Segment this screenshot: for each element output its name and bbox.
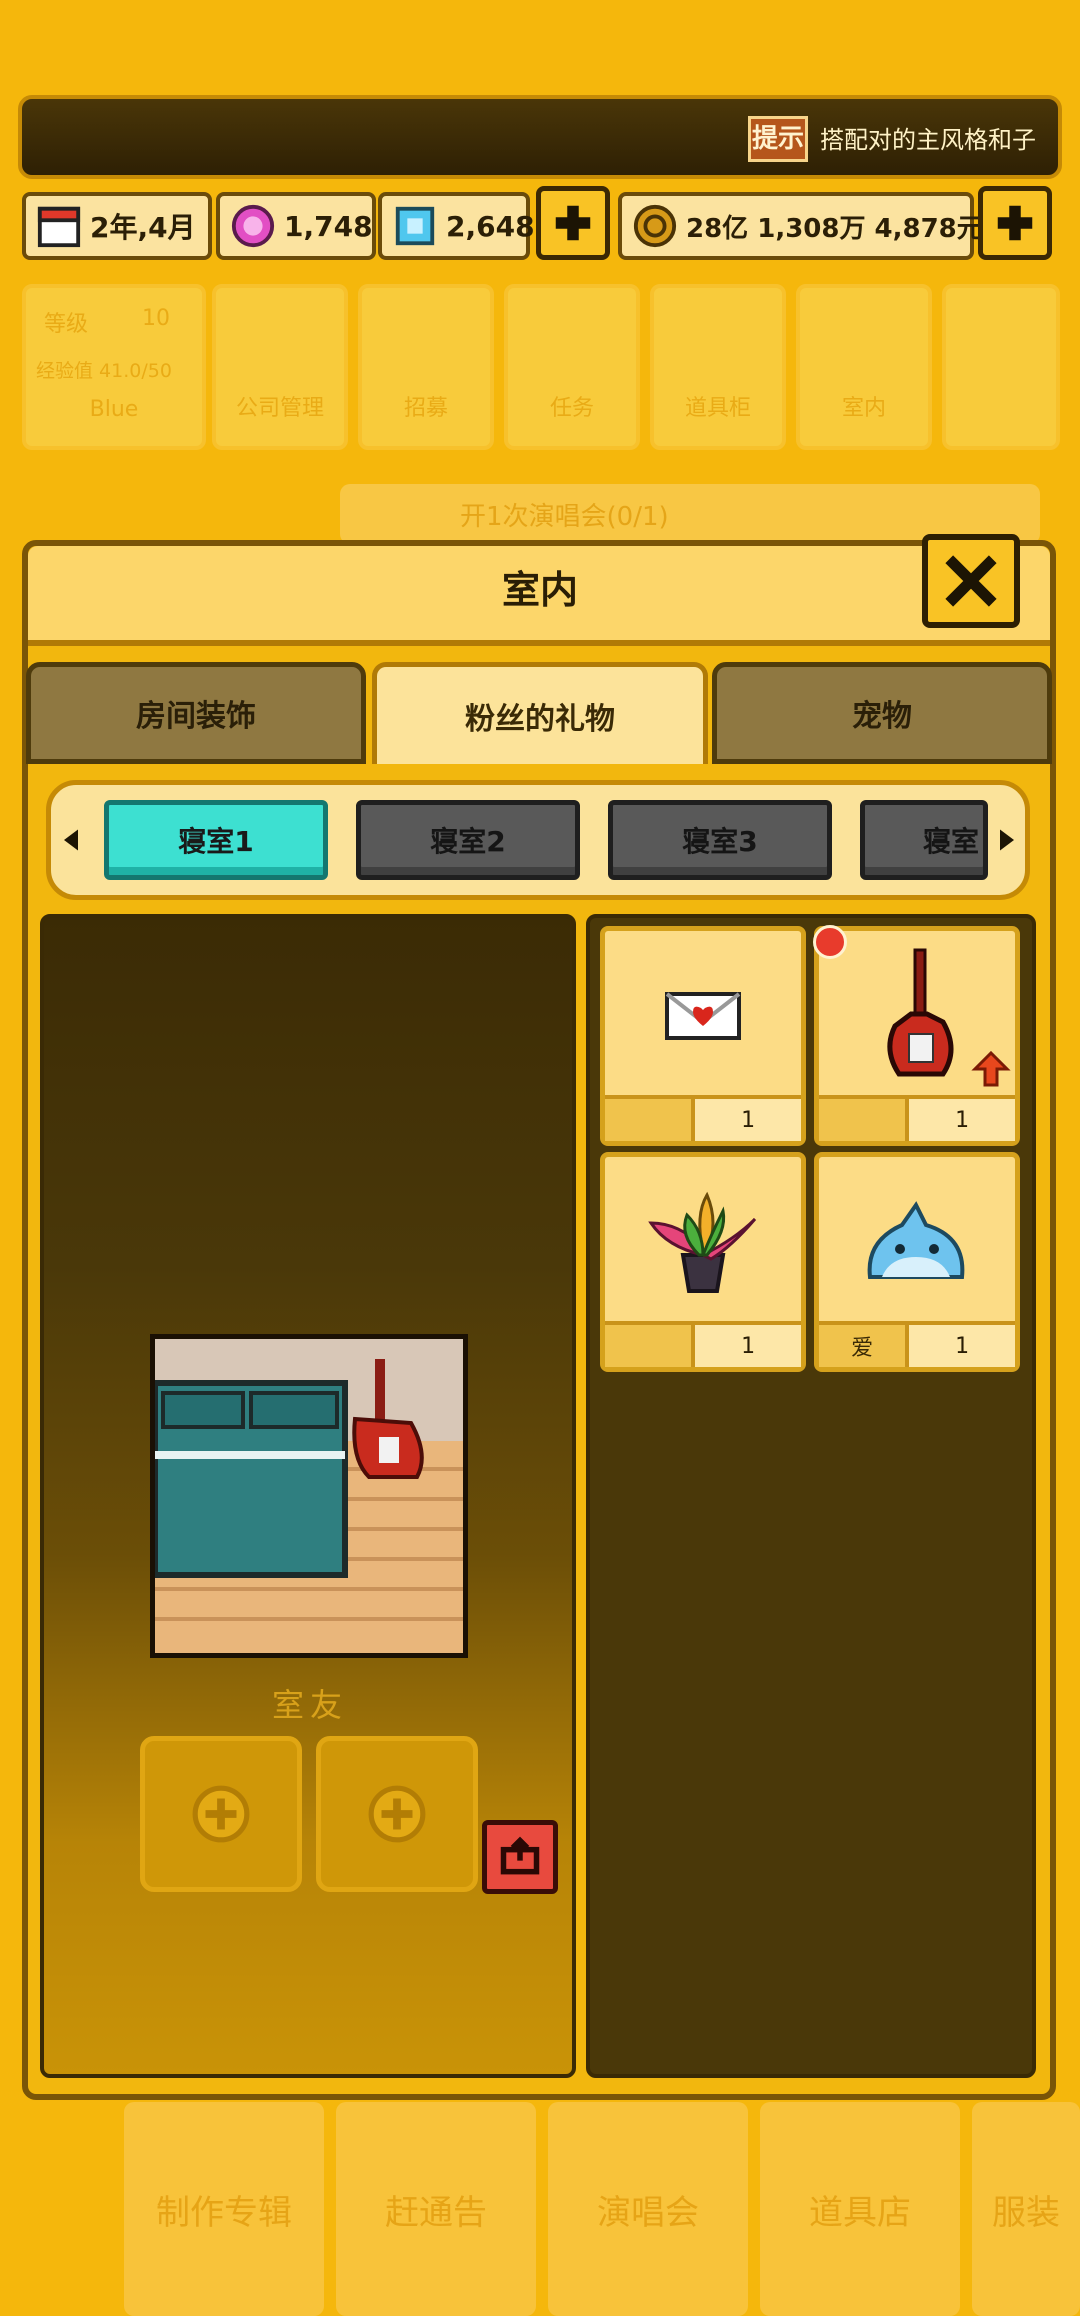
room-preview[interactable] [150, 1334, 468, 1658]
pink-gem-display: 1,748 [216, 192, 376, 260]
close-icon [945, 555, 997, 607]
room-tab-1[interactable]: 寝室1 [104, 800, 328, 880]
add-icon [368, 1785, 426, 1843]
bg-tile-recruit: 招募 [358, 284, 494, 450]
room-next-button[interactable] [994, 800, 1020, 880]
bg-tile-tasks: 任务 [504, 284, 640, 450]
upgrade-arrow-icon [971, 1050, 1011, 1087]
room-tab-2[interactable]: 寝室2 [356, 800, 580, 880]
hint-icon[interactable]: 提示 [748, 116, 808, 162]
gift-item-letter[interactable]: 1 [600, 926, 806, 1146]
gift-count: 1 [909, 1325, 1015, 1367]
tab-pets[interactable]: 宠物 [712, 662, 1052, 764]
gift-item-flower-pot[interactable]: 1 [600, 1152, 806, 1372]
money-display: 28亿 1,308万 4,878元 [618, 192, 983, 260]
player-name: Blue [89, 397, 139, 422]
gift-tag: 爱 [819, 1325, 910, 1367]
swap-icon [500, 1836, 540, 1875]
room-prev-button[interactable] [58, 800, 84, 880]
bg-bottom-shop: 道具店 [760, 2102, 960, 2316]
bg-tile-interior: 室内 [796, 284, 932, 450]
tab-room-decor[interactable]: 房间装饰 [26, 662, 366, 764]
shark-slime-icon [867, 1201, 965, 1279]
bg-tile-company: 公司管理 [212, 284, 348, 450]
hint-text: 搭配对的主风格和子 [820, 126, 1036, 154]
bg-bottom-clothes: 服装 [972, 2102, 1080, 2316]
calendar-icon [37, 206, 81, 248]
gift-tag [605, 1099, 696, 1141]
plus-icon [555, 205, 591, 241]
blue-gem-display: 2,648 [378, 192, 535, 260]
gift-tag [605, 1325, 696, 1367]
blue-gem-count: 2,648 [446, 209, 535, 243]
exp-text: 经验值 41.0/50 [36, 360, 172, 382]
gift-item-shark-slime[interactable]: 爱 1 [814, 1152, 1020, 1372]
pink-gem-icon [231, 204, 275, 248]
date-display: 2年,4月 [22, 192, 212, 260]
money-amount: 28亿 1,308万 4,878元 [686, 213, 983, 244]
arrow-right-icon [1000, 829, 1014, 851]
gift-count: 1 [909, 1099, 1015, 1141]
bg-bottom-concert: 演唱会 [548, 2102, 748, 2316]
gift-tag [819, 1099, 910, 1141]
coin-icon [633, 204, 677, 248]
blue-gem-icon [395, 206, 435, 246]
dialog-title: 室内 [501, 568, 578, 612]
bg-bottom-notice: 赶通告 [336, 2102, 536, 2316]
flower-pot-icon [648, 1191, 757, 1293]
tab-fan-gifts[interactable]: 粉丝的礼物 [372, 662, 708, 764]
level-value: 10 [142, 306, 170, 331]
bg-tile-mail [942, 284, 1060, 450]
love-letter-icon [665, 992, 741, 1040]
roommate-slot-2[interactable] [316, 1736, 478, 1892]
gift-item-guitar[interactable]: 1 [813, 925, 1020, 1146]
electric-guitar-icon [887, 948, 954, 1077]
pink-gem-count: 1,748 [284, 209, 373, 243]
roommate-slot-1[interactable] [140, 1736, 302, 1892]
room-tab-3[interactable]: 寝室3 [608, 800, 832, 880]
arrow-left-icon [64, 829, 78, 851]
roommate-label: 室友 [271, 1686, 348, 1724]
swap-button[interactable] [482, 1820, 558, 1894]
plus-icon [997, 205, 1033, 241]
level-label: 等级 [44, 312, 89, 337]
room-tab-4[interactable]: 寝室 [860, 800, 988, 880]
add-icon [192, 1785, 250, 1843]
gift-count: 1 [695, 1325, 801, 1367]
bg-tile-cabinet: 道具柜 [650, 284, 786, 450]
date-text: 2年,4月 [90, 211, 196, 244]
gift-count: 1 [695, 1099, 801, 1141]
bedroom-scene [152, 1339, 463, 1653]
close-button[interactable] [922, 534, 1020, 628]
buy-money-button[interactable] [978, 186, 1052, 260]
buy-gems-button[interactable] [536, 186, 610, 260]
bg-bottom-album: 制作专辑 [124, 2102, 324, 2316]
